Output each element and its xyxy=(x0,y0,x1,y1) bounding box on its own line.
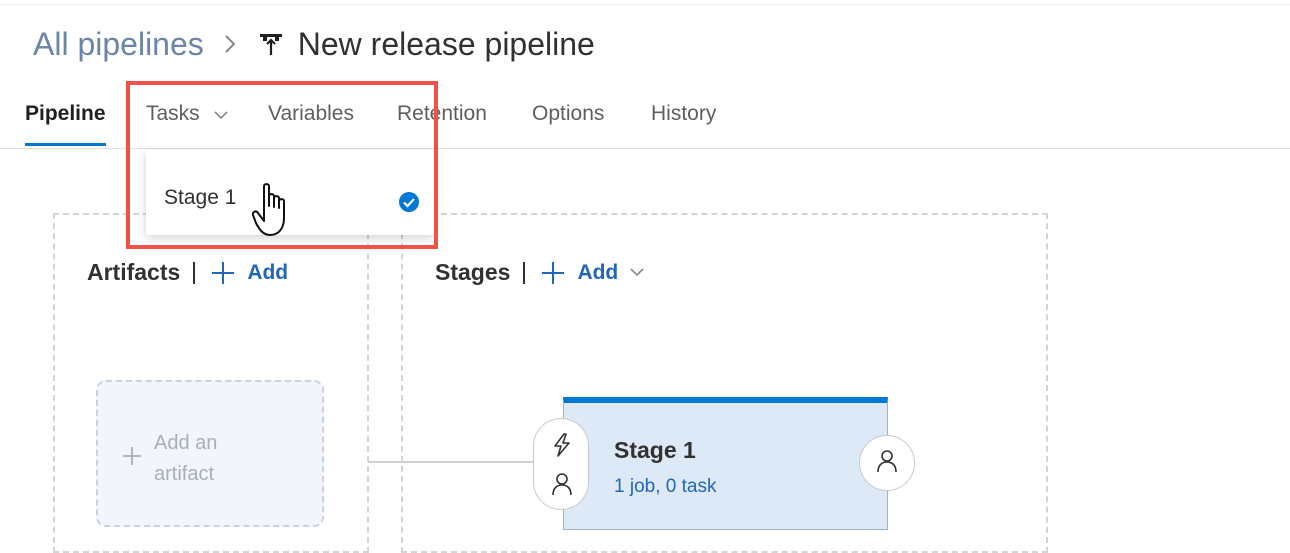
tab-label: Options xyxy=(532,102,605,125)
add-artifact-line: Add an xyxy=(154,432,218,454)
stages-title: Stages xyxy=(435,259,511,285)
person-icon[interactable] xyxy=(549,471,575,502)
all-pipelines-link[interactable]: All pipelines xyxy=(33,26,204,63)
add-stage-button[interactable]: Add xyxy=(541,261,644,285)
add-label: Add xyxy=(247,260,289,284)
chevron-down-icon xyxy=(630,268,644,277)
add-label: Add xyxy=(577,260,619,284)
plus-icon xyxy=(541,261,565,285)
tab-options[interactable]: Options xyxy=(532,92,604,148)
stage-summary-link[interactable]: 1 job, 0 task xyxy=(614,476,716,498)
add-artifact-card[interactable]: Add an artifact xyxy=(96,380,324,527)
stages-header: Stages Add xyxy=(435,259,644,286)
tab-label: Pipeline xyxy=(25,102,106,125)
tab-label: History xyxy=(651,102,717,125)
add-artifact-button[interactable]: Add xyxy=(211,261,288,285)
pre-deployment-conditions[interactable] xyxy=(533,418,589,510)
post-deployment-conditions[interactable] xyxy=(859,435,915,491)
plus-icon xyxy=(211,261,235,285)
header-divider xyxy=(523,261,526,284)
add-artifact-text: Add an artifact xyxy=(154,428,264,490)
breadcrumb: All pipelines New release pipeline xyxy=(33,22,595,66)
person-icon xyxy=(874,448,900,479)
active-tab-indicator xyxy=(25,143,106,146)
stage-name: Stage 1 xyxy=(614,437,696,463)
lightning-icon[interactable] xyxy=(549,432,575,463)
chevron-right-icon xyxy=(224,34,236,54)
release-pipeline-icon xyxy=(258,31,284,57)
plus-icon xyxy=(122,446,142,471)
artifacts-title: Artifacts xyxy=(87,259,181,285)
add-artifact-line: artifact xyxy=(154,463,215,485)
tab-history[interactable]: History xyxy=(651,92,716,148)
hand-cursor-icon xyxy=(251,182,294,245)
tab-pipeline[interactable]: Pipeline xyxy=(25,92,106,148)
header-divider xyxy=(193,261,196,284)
page-title: New release pipeline xyxy=(297,25,595,62)
artifacts-header: Artifacts Add xyxy=(87,259,288,286)
top-divider xyxy=(0,4,1290,5)
stage-card[interactable]: Stage 1 1 job, 0 task xyxy=(563,397,888,530)
connector-line xyxy=(368,461,538,463)
